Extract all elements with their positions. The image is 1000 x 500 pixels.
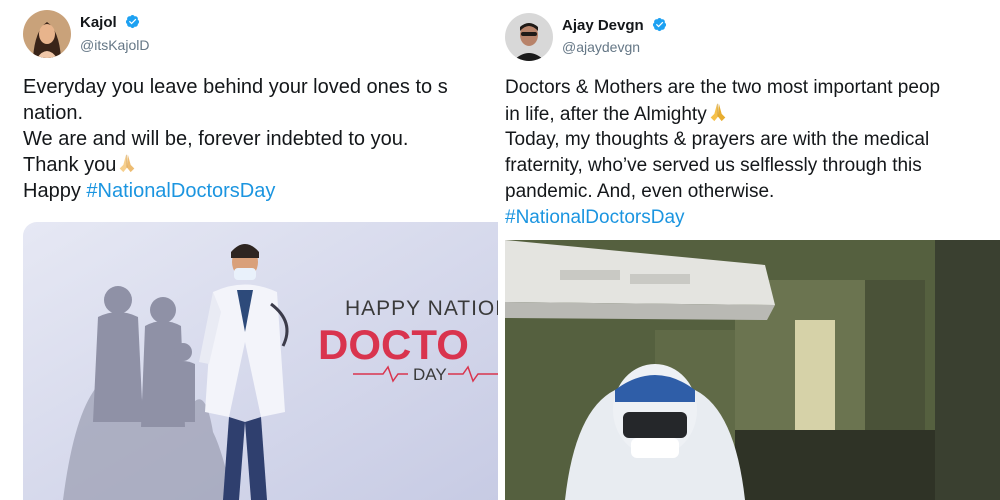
hashtag-link[interactable]: #NationalDoctorsDay xyxy=(505,205,940,231)
tweet-line: Doctors & Mothers are the two most impor… xyxy=(505,77,941,98)
tweet-media-poster[interactable]: HAPPY NATIONA DOCTO DAY xyxy=(23,222,500,500)
author-name[interactable]: Kajol xyxy=(80,14,140,31)
verified-badge-icon xyxy=(125,14,139,29)
author-name-text: Kajol xyxy=(80,14,117,31)
tweet-line: We are and will be, forever indebted to … xyxy=(23,128,409,150)
poster-headline: HAPPY NATIONA xyxy=(345,297,500,320)
tweet-line: Thank you xyxy=(23,152,448,178)
tweet-line: Everyday you leave behind your loved one… xyxy=(23,76,448,98)
ppe-worker-photo xyxy=(505,240,1000,500)
avatar-ajay-devgn[interactable] xyxy=(505,13,553,61)
verified-badge-icon xyxy=(652,17,666,32)
hashtag-link[interactable]: #NationalDoctorsDay xyxy=(86,180,275,202)
tweet-line: fraternity, who’ve served us selflessly … xyxy=(505,155,922,176)
tweet-line-text: Thank you xyxy=(23,154,117,176)
tweet-line: in life, after the Almighty xyxy=(505,101,940,127)
tweet-media-photo[interactable] xyxy=(505,240,1000,500)
tweet-line: Today, my thoughts & prayers are with th… xyxy=(505,129,930,150)
tweet-line: nation. xyxy=(23,102,84,124)
tweet-line-text: in life, after the Almighty xyxy=(505,104,707,125)
folded-hands-emoji-icon xyxy=(120,154,135,173)
tweet-kajol: Kajol @itsKajolD Everyday you leave behi… xyxy=(0,0,500,500)
poster-sub-word: DAY xyxy=(413,365,447,384)
avatar-kajol[interactable] xyxy=(23,10,71,58)
author-handle[interactable]: @ajaydevgn xyxy=(562,39,640,55)
author-handle[interactable]: @itsKajolD xyxy=(80,37,149,53)
tweet-text: Everyday you leave behind your loved one… xyxy=(23,74,448,204)
tweet-line: pandemic. And, even otherwise. xyxy=(505,181,775,202)
folded-hands-emoji-icon xyxy=(710,103,726,122)
tweet-line: Happy #NationalDoctorsDay xyxy=(23,178,448,204)
tweet-text: Doctors & Mothers are the two most impor… xyxy=(505,75,940,231)
poster-big-word: DOCTO xyxy=(318,321,469,368)
author-name[interactable]: Ajay Devgn xyxy=(562,17,667,34)
author-name-text: Ajay Devgn xyxy=(562,17,644,34)
tweet-ajay-devgn: Ajay Devgn @ajaydevgn Doctors & Mothers … xyxy=(500,0,1000,500)
doctor-poster-illustration: HAPPY NATIONA DOCTO DAY xyxy=(23,222,500,500)
happy-text: Happy xyxy=(23,180,87,202)
